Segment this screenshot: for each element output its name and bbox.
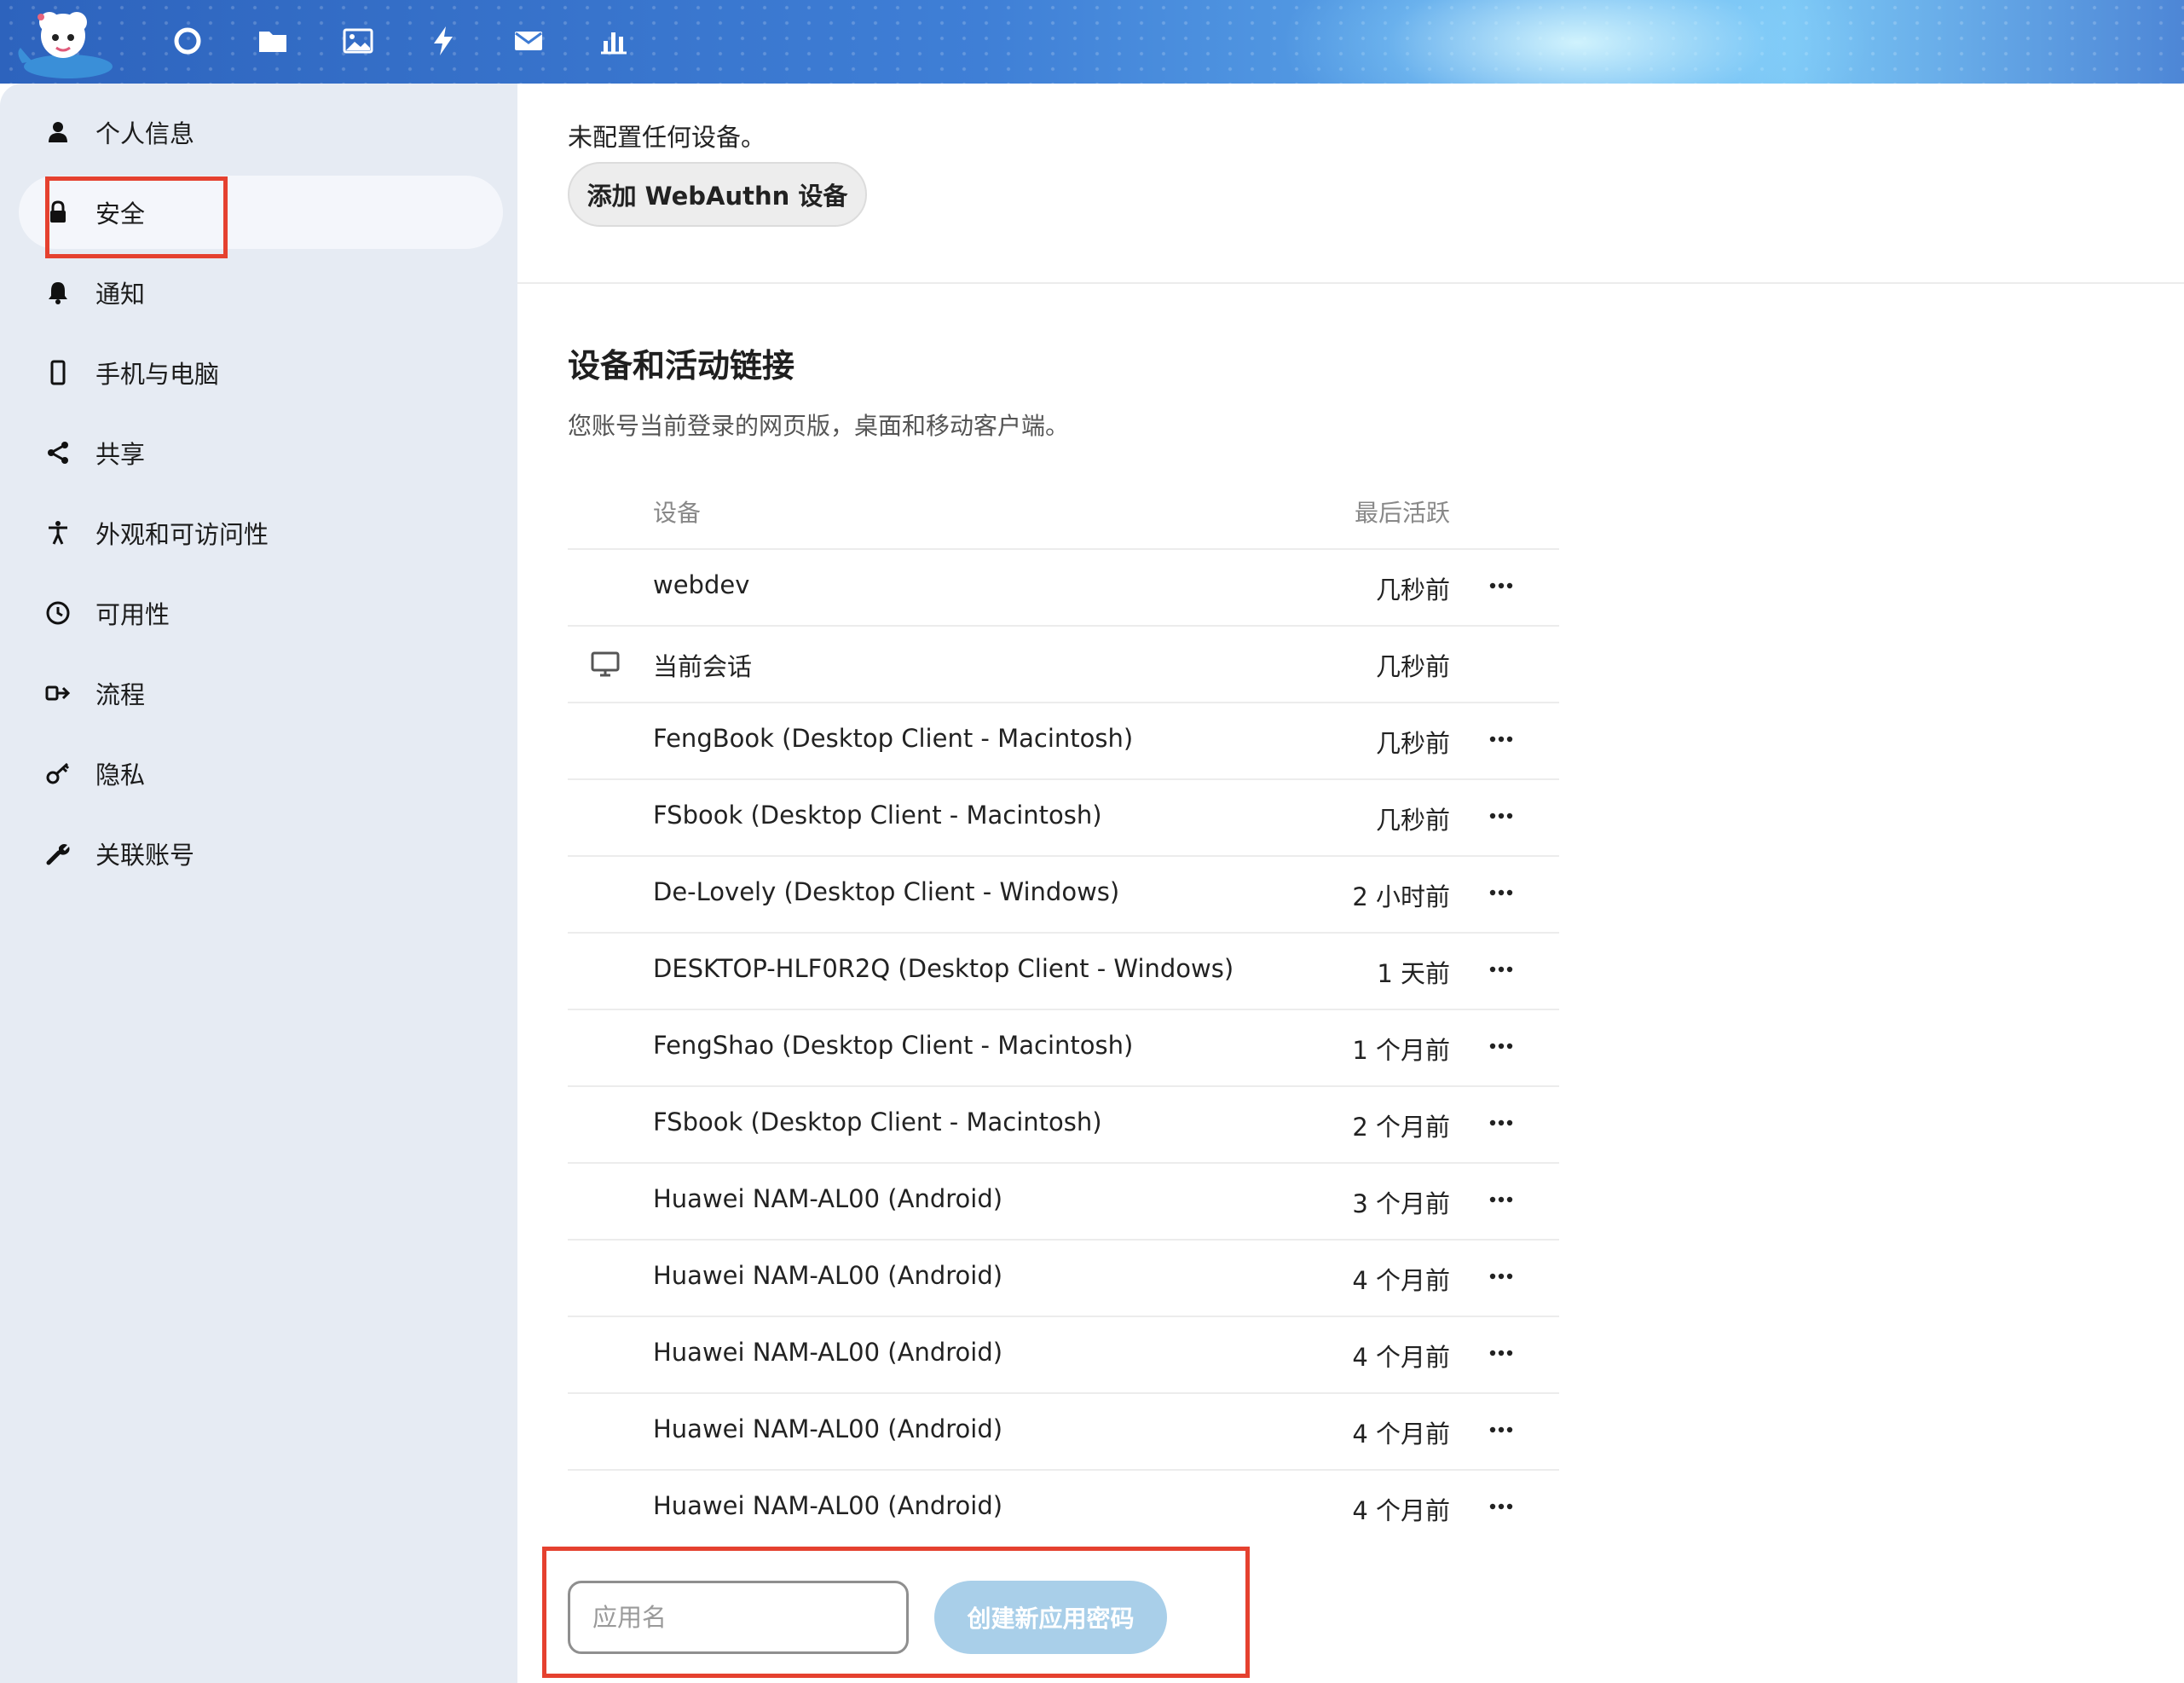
device-name: Huawei NAM-AL00 (Android) [653, 1414, 1003, 1443]
flow-icon [41, 676, 75, 710]
webauthn-status-text: 未配置任何设备。 [568, 123, 766, 152]
column-header-last-active: 最后活跃 [1354, 499, 1450, 527]
share-icon [41, 436, 75, 470]
table-row[interactable]: 当前会话 几秒前 [568, 625, 1559, 702]
table-row[interactable]: FSbook (Desktop Client - Macintosh) 2 个月前 [568, 1085, 1559, 1162]
device-name: Huawei NAM-AL00 (Android) [653, 1184, 1003, 1213]
top-header [0, 0, 2184, 84]
table-row[interactable]: Huawei NAM-AL00 (Android) 4 个月前 [568, 1239, 1559, 1316]
mail-icon[interactable] [508, 20, 549, 61]
section-title: 设备和活动链接 [568, 347, 795, 385]
device-last-active: 几秒前 [1375, 729, 1450, 758]
section-divider [517, 282, 2184, 284]
device-last-active: 几秒前 [1375, 575, 1450, 604]
table-row[interactable]: Huawei NAM-AL00 (Android) 3 个月前 [568, 1162, 1559, 1239]
device-last-active: 2 小时前 [1352, 882, 1450, 911]
sidebar-item-appearance[interactable]: 外观和可访问性 [19, 496, 503, 570]
monitor-icon [590, 651, 621, 678]
bell-icon [41, 275, 75, 309]
device-last-active: 4 个月前 [1352, 1496, 1450, 1525]
device-last-active: 1 个月前 [1352, 1036, 1450, 1065]
column-header-device: 设备 [653, 499, 702, 527]
main-content: 未配置任何设备。 添加 WebAuthn 设备 设备和活动链接 您账号当前登录的… [517, 84, 2184, 1683]
sidebar-item-label: 共享 [95, 440, 146, 469]
sidebar-item-label: 手机与电脑 [95, 360, 220, 389]
phone-icon [41, 356, 75, 390]
device-last-active: 4 个月前 [1352, 1266, 1450, 1295]
device-name: De-Lovely (Desktop Client - Windows) [653, 877, 1120, 906]
wrench-icon [41, 836, 75, 870]
more-options-icon[interactable] [1484, 1489, 1518, 1524]
sidebar-item-linked-accounts[interactable]: 关联账号 [19, 817, 503, 890]
table-row[interactable]: Huawei NAM-AL00 (Android) 4 个月前 [568, 1392, 1559, 1469]
table-row[interactable]: Huawei NAM-AL00 (Android) 4 个月前 [568, 1316, 1559, 1392]
more-options-icon[interactable] [1484, 569, 1518, 603]
sidebar-item-label: 流程 [95, 680, 146, 709]
add-webauthn-button[interactable]: 添加 WebAuthn 设备 [568, 162, 867, 227]
sidebar-item-mobile-desktop[interactable]: 手机与电脑 [19, 336, 503, 409]
device-name: 当前会话 [653, 652, 753, 681]
device-name: FSbook (Desktop Client - Macintosh) [653, 801, 1102, 830]
device-name: Huawei NAM-AL00 (Android) [653, 1491, 1003, 1520]
device-name: FengBook (Desktop Client - Macintosh) [653, 724, 1134, 753]
section-description: 您账号当前登录的网页版，桌面和移动客户端。 [568, 412, 1070, 440]
table-row[interactable]: De-Lovely (Desktop Client - Windows) 2 小时… [568, 855, 1559, 932]
sidebar-item-label: 个人信息 [95, 119, 195, 148]
clock-icon [41, 596, 75, 630]
bolt-icon[interactable] [423, 20, 464, 61]
device-name: Huawei NAM-AL00 (Android) [653, 1261, 1003, 1290]
bar-chart-icon[interactable] [593, 20, 634, 61]
table-row[interactable]: webdev 几秒前 [568, 548, 1559, 625]
header-background-glow [1279, 0, 1875, 84]
device-last-active: 2 个月前 [1352, 1113, 1450, 1142]
device-name: webdev [653, 570, 750, 599]
table-row[interactable]: FengBook (Desktop Client - Macintosh) 几秒前 [568, 702, 1559, 778]
sidebar-item-label: 外观和可访问性 [95, 520, 269, 549]
circle-icon[interactable] [167, 20, 208, 61]
sidebar-item-notifications[interactable]: 通知 [19, 256, 503, 329]
device-name: FengShao (Desktop Client - Macintosh) [653, 1031, 1134, 1060]
more-options-icon[interactable] [1484, 1029, 1518, 1063]
folder-icon[interactable] [252, 20, 293, 61]
logo[interactable] [15, 5, 118, 82]
table-row[interactable]: Huawei NAM-AL00 (Android) 4 个月前 [568, 1469, 1559, 1546]
sidebar-item-privacy[interactable]: 隐私 [19, 737, 503, 810]
more-options-icon[interactable] [1484, 722, 1518, 756]
accessibility-icon [41, 516, 75, 550]
more-options-icon[interactable] [1484, 1336, 1518, 1370]
sidebar-item-personal-info[interactable]: 个人信息 [19, 95, 503, 169]
table-row[interactable]: FengShao (Desktop Client - Macintosh) 1 个… [568, 1009, 1559, 1085]
more-options-icon[interactable] [1484, 952, 1518, 986]
sidebar-item-label: 可用性 [95, 600, 170, 629]
more-options-icon[interactable] [1484, 1413, 1518, 1447]
device-last-active: 4 个月前 [1352, 1343, 1450, 1372]
user-icon [41, 115, 75, 149]
device-name: FSbook (Desktop Client - Macintosh) [653, 1108, 1102, 1136]
table-row[interactable]: FSbook (Desktop Client - Macintosh) 几秒前 [568, 778, 1559, 855]
device-last-active: 4 个月前 [1352, 1420, 1450, 1449]
device-name: Huawei NAM-AL00 (Android) [653, 1338, 1003, 1367]
key-icon [41, 756, 75, 790]
device-last-active: 几秒前 [1375, 806, 1450, 835]
sidebar-item-label: 隐私 [95, 761, 146, 789]
device-last-active: 3 个月前 [1352, 1189, 1450, 1218]
table-row[interactable]: DESKTOP-HLF0R2Q (Desktop Client - Window… [568, 932, 1559, 1009]
sidebar-item-label: 关联账号 [95, 841, 195, 870]
device-last-active: 1 天前 [1377, 959, 1450, 988]
device-last-active: 几秒前 [1375, 652, 1450, 681]
more-options-icon[interactable] [1484, 1259, 1518, 1293]
device-name: DESKTOP-HLF0R2Q (Desktop Client - Window… [653, 954, 1234, 983]
annotation-highlight-security [45, 176, 228, 258]
sidebar-item-label: 通知 [95, 280, 146, 309]
settings-sidebar: 个人信息 安全 通知 手机与电脑 共享 外观和可访问性 可用性 流程 隐私 关联… [0, 84, 517, 1683]
more-options-icon[interactable] [1484, 799, 1518, 833]
image-icon[interactable] [338, 20, 378, 61]
sidebar-item-sharing[interactable]: 共享 [19, 416, 503, 489]
more-options-icon[interactable] [1484, 1183, 1518, 1217]
more-options-icon[interactable] [1484, 876, 1518, 910]
sidebar-item-availability[interactable]: 可用性 [19, 576, 503, 650]
annotation-highlight-app-password [542, 1547, 1250, 1678]
more-options-icon[interactable] [1484, 1106, 1518, 1140]
sidebar-item-flow[interactable]: 流程 [19, 656, 503, 730]
